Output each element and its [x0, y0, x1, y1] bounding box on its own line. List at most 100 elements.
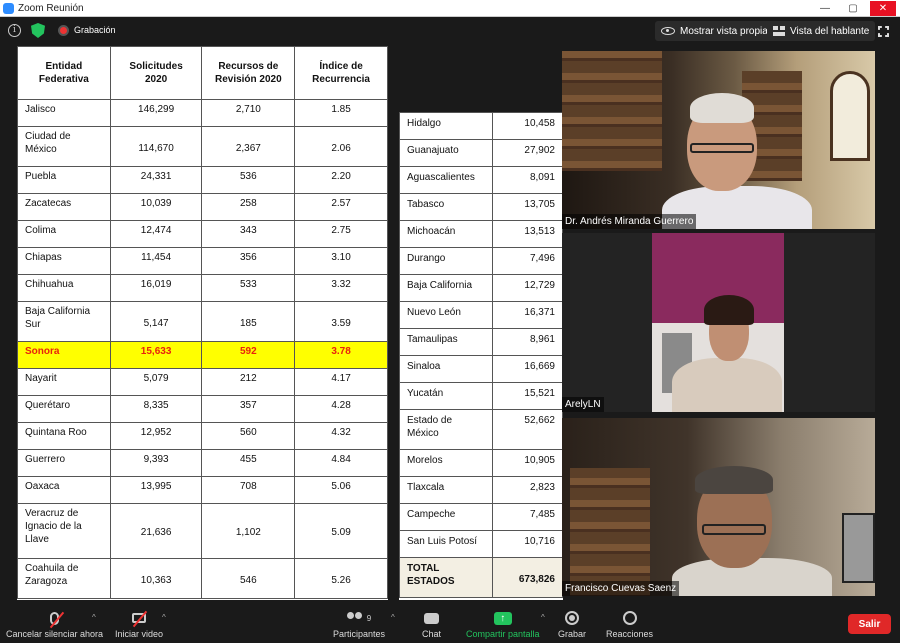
table-row: Nuevo León 16,371 [399, 301, 564, 329]
video-options-caret[interactable]: ^ [162, 613, 166, 622]
recording-label: Grabación [74, 25, 116, 35]
participant-video-2[interactable]: ArelyLN [562, 233, 875, 412]
cell-state: Oaxaca [17, 476, 111, 504]
header-entidad: Entidad Federativa [17, 46, 111, 100]
participants-label: Participantes [333, 629, 386, 639]
cell-recursos: 2,710 [201, 99, 296, 127]
mute-button[interactable]: Cancelar silenciar ahora [6, 609, 103, 639]
cell-solicitudes: 2,823 [491, 476, 564, 504]
table-row: Quintana Roo 12,952 560 4.32 [17, 422, 388, 450]
cell-state: Querétaro [17, 395, 111, 423]
participants-button[interactable]: 9 Participantes [333, 609, 385, 639]
table-row: Sonora 15,633 592 3.78 [17, 341, 388, 369]
audio-options-caret[interactable]: ^ [92, 613, 96, 622]
reactions-button[interactable]: Reacciones [606, 609, 653, 639]
table-row: Tlaxcala 2,823 [399, 476, 564, 504]
speaker-view-button[interactable]: Vista del hablante [767, 21, 876, 41]
cell-solicitudes: 10,716 [491, 530, 564, 558]
cell-state: Tamaulipas [399, 328, 493, 356]
eye-icon [661, 27, 675, 35]
start-video-button[interactable]: Iniciar video [115, 609, 163, 639]
cell-indice: 4.28 [294, 395, 388, 423]
total-value: 673,826 [491, 557, 564, 598]
table-row: Ciudad de México 114,670 2,367 2.06 [17, 126, 388, 167]
cell-solicitudes: 114,670 [109, 126, 203, 167]
cell-indice: 5.09 [294, 503, 388, 559]
cell-solicitudes: 13,705 [491, 193, 564, 221]
cell-indice: 3.32 [294, 274, 388, 302]
participant-name-tag: Francisco Cuevas Saenz [562, 581, 680, 596]
table-row: Durango 7,496 [399, 247, 564, 275]
cell-solicitudes: 8,961 [491, 328, 564, 356]
share-options-caret[interactable]: ^ [541, 613, 545, 622]
participant-video-3[interactable]: Francisco Cuevas Saenz [562, 418, 875, 596]
record-button[interactable]: Grabar [558, 609, 586, 639]
cell-state: Estado de México [399, 409, 493, 450]
cell-solicitudes: 16,371 [491, 301, 564, 329]
chat-icon [424, 612, 439, 624]
share-screen-label: Compartir pantalla [466, 629, 540, 639]
table-row: Aguascalientes 8,091 [399, 166, 564, 194]
cell-solicitudes: 8,335 [109, 395, 203, 423]
window-arch [830, 71, 870, 161]
shared-table-right: Hidalgo 10,458 Guanajuato 27,902 Aguascalien… [399, 112, 564, 600]
cell-solicitudes: 16,669 [491, 355, 564, 383]
share-screen-button[interactable]: ↑ Compartir pantalla [466, 609, 540, 639]
table-row: Chihuahua 16,019 533 3.32 [17, 274, 388, 302]
cell-solicitudes: 10,458 [491, 112, 564, 140]
cell-recursos: 560 [201, 422, 296, 450]
cell-solicitudes: 5,079 [109, 368, 203, 396]
cell-state: Sonora [17, 341, 111, 369]
cell-state: Durango [399, 247, 493, 275]
table-row: Zacatecas 10,039 258 2.57 [17, 193, 388, 221]
chat-button[interactable]: Chat [422, 609, 441, 639]
table-row: Guerrero 9,393 455 4.84 [17, 449, 388, 477]
show-self-view-button[interactable]: Mostrar vista propia [655, 21, 774, 41]
show-self-view-label: Mostrar vista propia [680, 25, 768, 37]
reactions-label: Reacciones [606, 629, 654, 639]
cell-indice: 2.06 [294, 126, 388, 167]
minimize-button[interactable]: — [814, 1, 836, 16]
cell-state: Zacatecas [17, 193, 111, 221]
cell-state: Ciudad de México [17, 126, 111, 167]
header-solicitudes: Solicitudes 2020 [109, 46, 203, 100]
wall-frame [842, 513, 875, 583]
maximize-button[interactable]: ▢ [842, 1, 864, 16]
cell-solicitudes: 12,474 [109, 220, 203, 248]
table-row: Oaxaca 13,995 708 5.06 [17, 476, 388, 504]
cell-state: Jalisco [17, 99, 111, 127]
cell-solicitudes: 7,496 [491, 247, 564, 275]
shared-table-left: Entidad Federativa Solicitudes 2020 Recu… [17, 46, 388, 600]
cell-recursos: 455 [201, 449, 296, 477]
cell-indice: 4.32 [294, 422, 388, 450]
cell-recursos: 356 [201, 247, 296, 275]
table-row: Yucatán 15,521 [399, 382, 564, 410]
window-controls: — ▢ ✕ [814, 0, 896, 17]
security-shield-icon[interactable] [31, 23, 45, 38]
bookshelf [562, 51, 662, 171]
cell-state: Colima [17, 220, 111, 248]
table-row: Veracruz de Ignacio de la Llave 21,636 1,1… [17, 503, 388, 559]
cell-recursos: 536 [201, 166, 296, 194]
participant-video-1[interactable]: Dr. Andrés Miranda Guerrero [562, 51, 875, 229]
cell-state: Hidalgo [399, 112, 493, 140]
cell-solicitudes: 10,363 [109, 558, 203, 599]
person-hair [690, 93, 754, 123]
cell-solicitudes: 10,905 [491, 449, 564, 477]
table-row: Coahuila de Zaragoza 10,363 546 5.26 [17, 558, 388, 599]
cell-state: Guerrero [17, 449, 111, 477]
close-window-button[interactable]: ✕ [870, 1, 896, 16]
cell-indice: 2.20 [294, 166, 388, 194]
table-header-row: Entidad Federativa Solicitudes 2020 Recu… [17, 46, 388, 100]
cell-state: Nayarit [17, 368, 111, 396]
table-row: Michoacán 13,513 [399, 220, 564, 248]
leave-meeting-button[interactable]: Salir [848, 614, 891, 634]
cell-state: Baja California [399, 274, 493, 302]
meeting-info-icon[interactable]: i [8, 24, 21, 37]
cell-indice: 3.78 [294, 341, 388, 369]
person-hair [695, 466, 773, 494]
cell-indice: 3.59 [294, 301, 388, 342]
cell-state: Quintana Roo [17, 422, 111, 450]
cell-state: Campeche [399, 503, 493, 531]
participants-options-caret[interactable]: ^ [391, 613, 395, 622]
